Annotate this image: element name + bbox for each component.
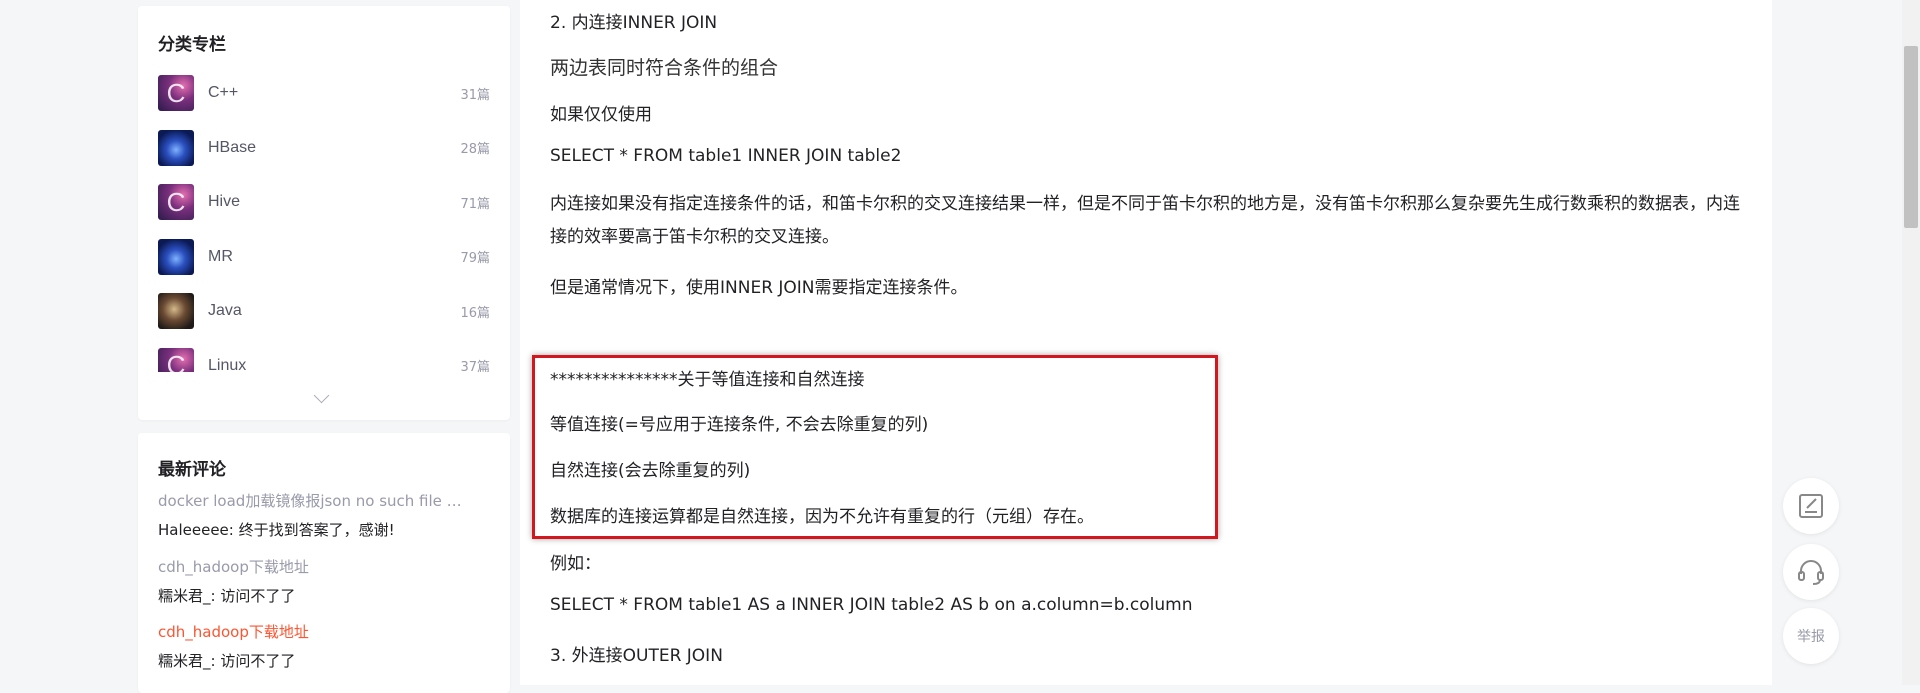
category-count: 37篇 xyxy=(460,360,490,372)
latest-comments-card: 最新评论 docker load加载镜像报json no such file …… xyxy=(138,433,510,693)
note-title: ***************关于等值连接和自然连接 xyxy=(550,370,865,390)
galaxy-icon xyxy=(158,238,194,275)
category-list[interactable]: C C++ 31篇 HBase 28篇 C Hive 71篇 MR 79篇 Ja… xyxy=(158,66,490,372)
category-name: Linux xyxy=(208,356,247,372)
section-heading-outer-join: 3. 外连接OUTER JOIN xyxy=(550,646,723,666)
section-heading-inner-join: 2. 内连接INNER JOIN xyxy=(550,13,718,33)
paragraph-cartesian: 内连接如果没有指定连接条件的话，和笛卡尔积的交叉连接结果一样，但是不同于笛卡尔积… xyxy=(550,194,1740,247)
galaxy-icon xyxy=(158,129,194,166)
comment-text: 糯米君_: 访问不了了 xyxy=(158,652,296,670)
category-count: 28篇 xyxy=(460,142,490,158)
category-title: 分类专栏 xyxy=(158,35,226,55)
category-count: 79篇 xyxy=(460,251,490,267)
comment-article-link[interactable]: docker load加载镜像报json no such file … xyxy=(158,491,493,511)
edit-note-icon xyxy=(1799,494,1823,518)
c-icon: C xyxy=(158,75,194,112)
note-natural-join: 自然连接(会去除重复的列) xyxy=(550,461,751,481)
report-button[interactable]: 举报 xyxy=(1783,608,1839,664)
comment-item: docker load加载镜像报json no such file … Hale… xyxy=(158,491,493,540)
category-item-hive[interactable]: C Hive 71篇 xyxy=(158,175,490,230)
edit-note-button[interactable] xyxy=(1783,478,1839,534)
paragraph-only-using: 如果仅仅使用 xyxy=(550,105,652,125)
comment-text: Haleeeee: 终于找到答案了，感谢! xyxy=(158,521,395,539)
code-inner-join-basic: SELECT * FROM table1 INNER JOIN table2 xyxy=(550,146,902,166)
article-content: 2. 内连接INNER JOIN 两边表同时符合条件的组合 如果仅仅使用 SEL… xyxy=(520,0,1772,685)
comment-item: cdh_hadoop下载地址 糯米君_: 访问不了了 xyxy=(158,622,493,671)
comment-article-link[interactable]: cdh_hadoop下载地址 xyxy=(158,557,493,577)
category-count: 71篇 xyxy=(460,196,490,212)
category-item-java[interactable]: Java 16篇 xyxy=(158,284,490,339)
chevron-down-icon[interactable] xyxy=(313,387,330,404)
customer-service-button[interactable] xyxy=(1783,544,1839,600)
category-count: 31篇 xyxy=(460,87,490,103)
comment-article-link[interactable]: cdh_hadoop下载地址 xyxy=(158,622,493,642)
note-db-natural: 数据库的连接运算都是自然连接，因为不允许有重复的行（元组）存在。 xyxy=(550,507,1094,527)
category-name: Java xyxy=(208,302,242,320)
c-icon: C xyxy=(158,347,194,372)
category-column-card: 分类专栏 C C++ 31篇 HBase 28篇 C Hive 71篇 MR 7… xyxy=(138,6,510,420)
category-item-mr[interactable]: MR 79篇 xyxy=(158,230,490,285)
c-icon: C xyxy=(158,184,194,221)
category-name: C++ xyxy=(208,84,239,102)
category-name: Hive xyxy=(208,193,241,211)
comment-item: cdh_hadoop下载地址 糯米君_: 访问不了了 xyxy=(158,557,493,606)
headset-icon xyxy=(1798,560,1824,585)
paragraph-example: 例如： xyxy=(550,554,601,574)
category-item-hbase[interactable]: HBase 28篇 xyxy=(158,121,490,176)
code-inner-join-alias: SELECT * FROM table1 AS a INNER JOIN tab… xyxy=(550,595,1193,615)
java-icon xyxy=(158,293,194,330)
comment-text: 糯米君_: 访问不了了 xyxy=(158,587,296,605)
report-label: 举报 xyxy=(1797,629,1825,645)
category-name: HBase xyxy=(208,138,257,156)
latest-comments-title: 最新评论 xyxy=(158,460,226,480)
inner-join-subtitle: 两边表同时符合条件的组合 xyxy=(550,57,779,79)
category-item-linux[interactable]: C Linux 37篇 xyxy=(158,339,490,372)
note-equi-join: 等值连接(=号应用于连接条件, 不会去除重复的列) xyxy=(550,415,929,435)
category-count: 16篇 xyxy=(460,305,490,321)
category-item-cpp[interactable]: C C++ 31篇 xyxy=(158,66,490,121)
scrollbar-thumb[interactable] xyxy=(1904,46,1918,228)
category-name: MR xyxy=(208,247,233,265)
paragraph-usually-condition: 但是通常情况下，使用INNER JOIN需要指定连接条件。 xyxy=(550,278,968,298)
